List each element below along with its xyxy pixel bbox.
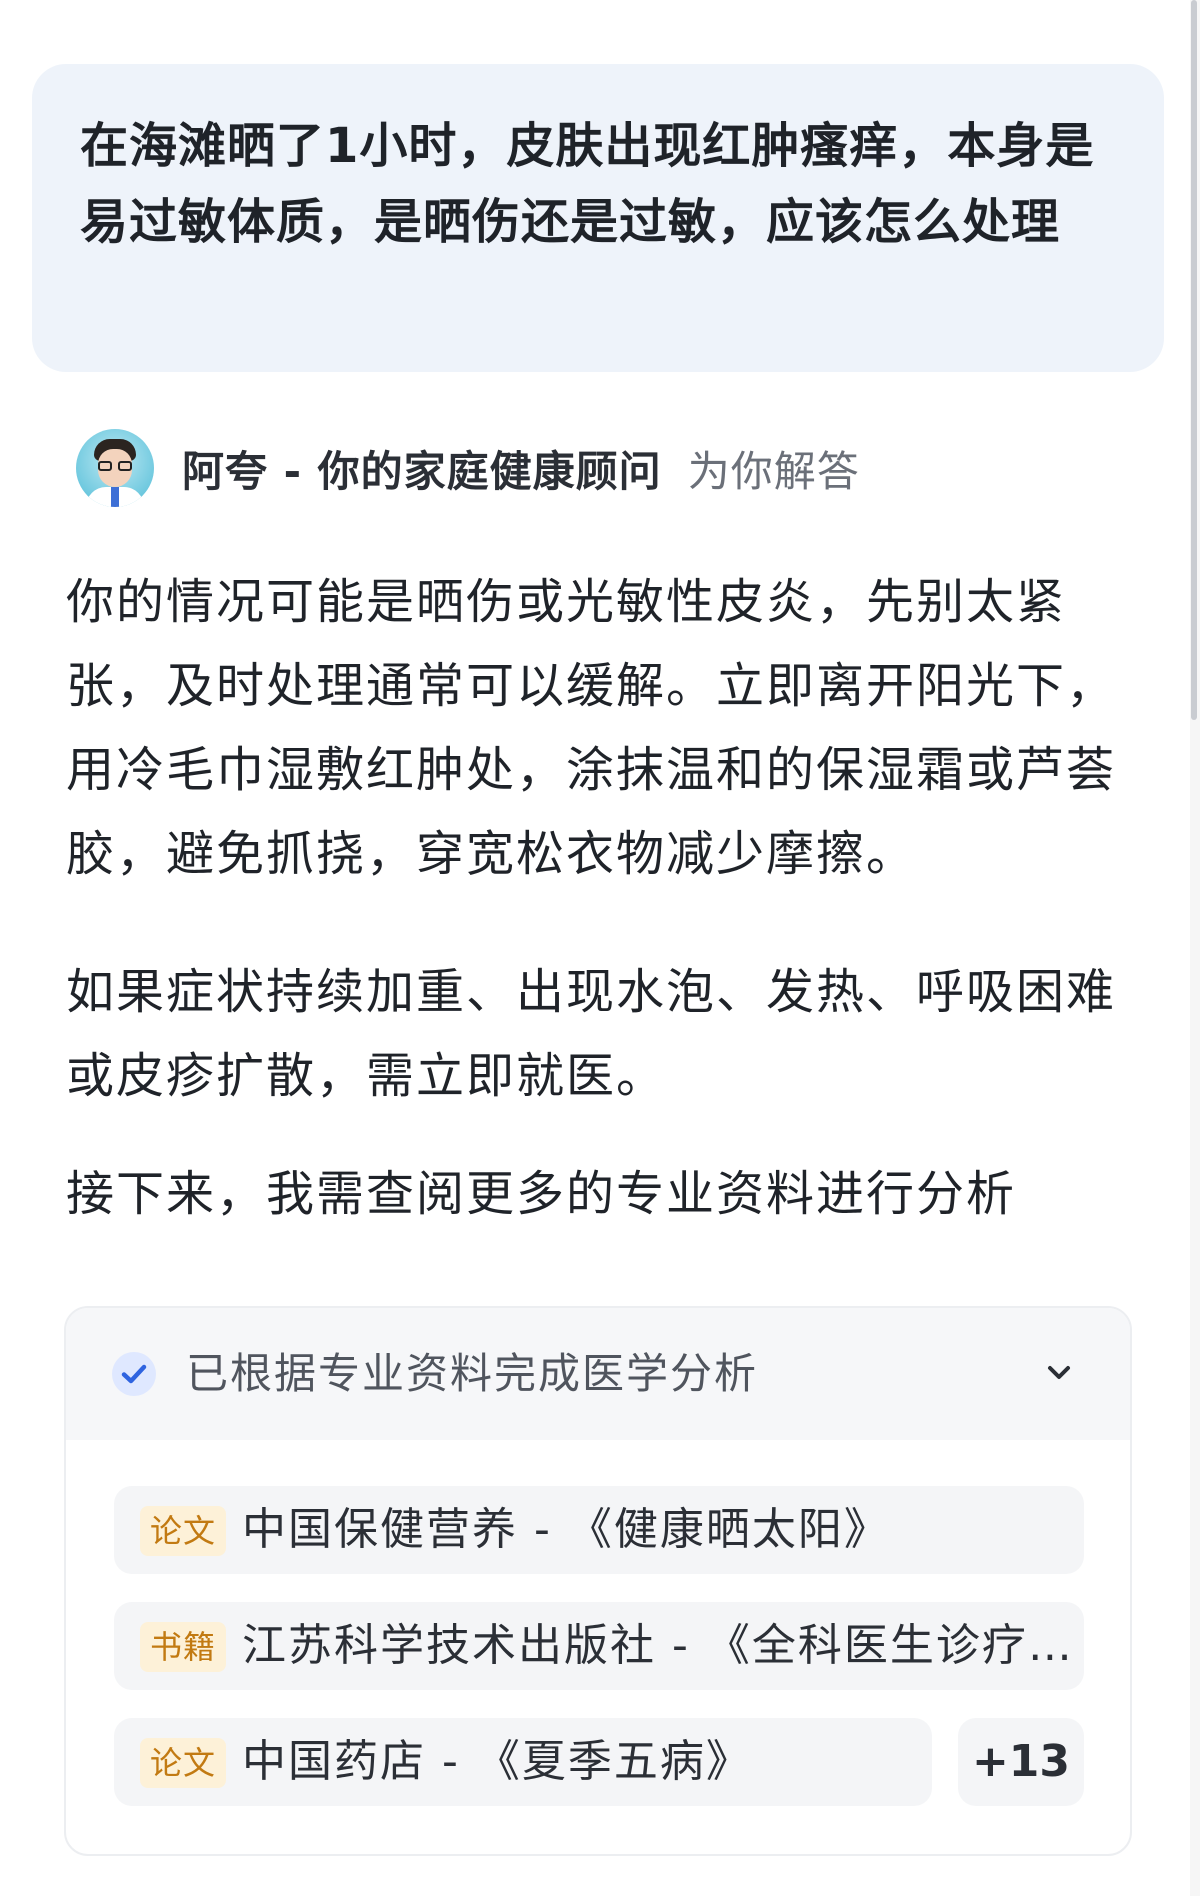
more-sources-button[interactable]: +13 (958, 1718, 1084, 1806)
doctor-avatar-icon (76, 429, 154, 507)
user-question-text: 在海滩晒了1小时，皮肤出现红肿瘙痒，本身是易过敏体质，是晒伤还是过敏，应该怎么处… (80, 118, 1095, 250)
source-title: 江苏科学技术出版社 - 《全科医生诊疗... (242, 1620, 1072, 1671)
source-type-tag: 论文 (140, 1738, 227, 1788)
check-circle-icon (112, 1352, 156, 1396)
user-question-bubble: 在海滩晒了1小时，皮肤出现红肿瘙痒，本身是易过敏体质，是晒伤还是过敏，应该怎么处… (32, 64, 1164, 372)
assistant-header: 阿夸 - 你的家庭健康顾问 为你解答 (76, 428, 860, 508)
answer-paragraph: 你的情况可能是晒伤或光敏性皮炎，先别太紧张，及时处理通常可以缓解。立即离开阳光下… (66, 574, 1117, 882)
answer-paragraph: 接下来，我需查阅更多的专业资料进行分析 (66, 1166, 1017, 1222)
source-title: 中国药店 - 《夏季五病》 (242, 1736, 752, 1787)
chevron-down-icon[interactable] (1042, 1356, 1076, 1390)
source-title: 中国保健营养 - 《健康晒太阳》 (242, 1504, 890, 1555)
chat-page: 在海滩晒了1小时，皮肤出现红肿瘙痒，本身是易过敏体质，是晒伤还是过敏，应该怎么处… (0, 0, 1200, 1896)
sources-card: 已根据专业资料完成医学分析 论文 中国保健营养 - 《健康晒太阳》 书籍 江苏科… (64, 1306, 1132, 1856)
source-item[interactable]: 论文 中国药店 - 《夏季五病》 (114, 1718, 932, 1806)
assistant-name: 阿夸 - 你的家庭健康顾问 (182, 446, 662, 496)
answer-paragraph: 如果症状持续加重、出现水泡、发热、呼吸困难或皮疹扩散，需立即就医。 (66, 964, 1117, 1104)
sources-card-title: 已根据专业资料完成医学分析 (186, 1349, 759, 1398)
scrollbar-thumb[interactable] (1191, 0, 1197, 720)
sources-card-header[interactable]: 已根据专业资料完成医学分析 (66, 1308, 1130, 1440)
source-item[interactable]: 论文 中国保健营养 - 《健康晒太阳》 (114, 1486, 1084, 1574)
assistant-suffix: 为你解答 (687, 446, 860, 496)
source-type-tag: 书籍 (140, 1622, 227, 1672)
scrollbar-track[interactable] (1190, 0, 1200, 1896)
source-item[interactable]: 书籍 江苏科学技术出版社 - 《全科医生诊疗... (114, 1602, 1084, 1690)
source-type-tag: 论文 (140, 1506, 227, 1556)
